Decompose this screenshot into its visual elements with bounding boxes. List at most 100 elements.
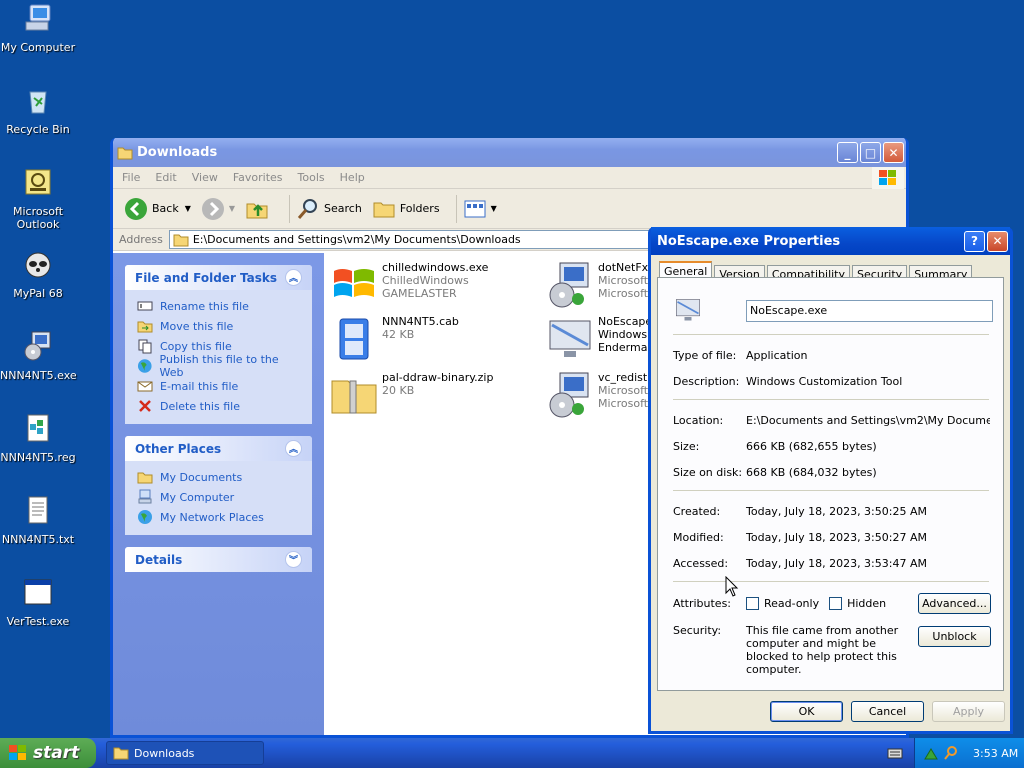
folders-label: Folders xyxy=(399,202,440,215)
menu-help[interactable]: Help xyxy=(340,171,365,184)
views-button[interactable]: ▼ xyxy=(463,197,497,221)
other-places-header[interactable]: Other Places ︽ xyxy=(125,436,312,461)
type-label: Type of file: xyxy=(673,349,737,362)
accessed-value: Today, July 18, 2023, 3:53:47 AM xyxy=(746,557,927,570)
my-documents-icon xyxy=(137,472,153,484)
back-button[interactable]: Back ▼ xyxy=(124,197,191,221)
views-icon xyxy=(464,200,486,217)
desktop-icon-label: MyPal 68 xyxy=(13,287,63,300)
task-publish[interactable]: Publish this file to the Web xyxy=(137,353,302,379)
modified-label: Modified: xyxy=(673,531,724,544)
divider xyxy=(673,581,989,582)
task-email[interactable]: E-mail this file xyxy=(137,376,302,396)
properties-title-bar[interactable]: NoEscape.exe Properties ? ✕ xyxy=(651,227,1010,255)
file-item-selected[interactable]: NoEscape Windows C Enderman xyxy=(546,315,658,363)
divider xyxy=(673,399,989,400)
desktop-icon-mypal[interactable]: MyPal 68 xyxy=(0,248,76,300)
minimize-button[interactable]: _ xyxy=(837,142,858,163)
start-button[interactable]: start xyxy=(0,738,96,768)
desktop-icon-label: NNN4NT5.reg xyxy=(0,451,76,464)
menu-favorites[interactable]: Favorites xyxy=(233,171,283,184)
menu-edit[interactable]: Edit xyxy=(155,171,176,184)
file-item[interactable]: pal-ddraw-binary.zip 20 KB xyxy=(330,371,493,419)
task-move[interactable]: Move this file xyxy=(137,316,302,336)
address-label: Address xyxy=(119,233,163,246)
delete-x-icon xyxy=(139,400,151,412)
help-button[interactable]: ? xyxy=(964,230,985,252)
hidden-checkbox[interactable]: Hidden xyxy=(829,597,886,610)
outlook-icon xyxy=(25,169,51,195)
chevron-down-icon[interactable]: ▼ xyxy=(229,204,235,213)
unblock-button[interactable]: Unblock xyxy=(918,626,991,647)
copy-icon xyxy=(138,339,152,354)
mypal-raccoon-icon xyxy=(25,252,51,278)
close-button[interactable]: ✕ xyxy=(883,142,904,163)
task-rename[interactable]: Rename this file xyxy=(137,296,302,316)
collapse-icon[interactable]: ︽ xyxy=(285,269,302,286)
menu-file[interactable]: File xyxy=(122,171,140,184)
chevron-down-icon[interactable]: ▼ xyxy=(185,204,191,213)
file-folder-tasks-header[interactable]: File and Folder Tasks ︽ xyxy=(125,265,312,290)
place-my-computer[interactable]: My Computer xyxy=(137,487,302,507)
divider xyxy=(673,334,989,335)
file-item[interactable]: vc_redist. Microsoft Microsoft xyxy=(546,371,651,419)
search-icon xyxy=(297,198,318,219)
maximize-button[interactable]: □ xyxy=(860,142,881,163)
desktop-icon-nnn4nt5-reg[interactable]: NNN4NT5.reg xyxy=(0,412,76,464)
text-file-icon xyxy=(28,496,48,524)
filename-input[interactable]: NoEscape.exe xyxy=(746,300,993,322)
advanced-button[interactable]: Advanced... xyxy=(918,593,991,614)
cabinet-file-icon xyxy=(339,318,369,360)
expand-icon[interactable]: ︾ xyxy=(285,551,302,568)
details-header[interactable]: Details ︾ xyxy=(125,547,312,572)
close-button[interactable]: ✕ xyxy=(987,230,1008,252)
up-folder-icon xyxy=(246,203,268,218)
modified-value: Today, July 18, 2023, 3:50:27 AM xyxy=(746,531,927,544)
search-icon[interactable] xyxy=(943,745,959,761)
desktop-icon-label: NNN4NT5.txt xyxy=(1,533,75,546)
taskbar-item-downloads[interactable]: Downloads xyxy=(106,741,264,765)
readonly-checkbox[interactable]: Read-only xyxy=(746,597,819,610)
keyboard-icon[interactable] xyxy=(887,746,903,760)
menu-tools[interactable]: Tools xyxy=(298,171,325,184)
checkbox-box[interactable] xyxy=(829,597,843,610)
collapse-icon[interactable]: ︽ xyxy=(285,440,302,457)
place-my-documents[interactable]: My Documents xyxy=(137,467,302,487)
desktop-icon-nnn4nt5-exe[interactable]: NNN4NT5.exe xyxy=(0,330,77,382)
folder-icon xyxy=(117,147,133,159)
forward-button[interactable]: ▼ xyxy=(201,197,235,221)
rename-icon xyxy=(137,301,153,311)
folders-button[interactable]: Folders xyxy=(372,197,440,221)
folders-icon xyxy=(373,202,395,217)
file-item[interactable]: chilledwindows.exe ChilledWindows GAMELAST… xyxy=(330,261,488,309)
desktop-icon-nnn4nt5-txt[interactable]: NNN4NT5.txt xyxy=(0,494,76,546)
toolbar: Back ▼ ▼ Search Folders ▼ xyxy=(113,189,906,229)
desktop-icon-my-computer[interactable]: My Computer xyxy=(0,2,76,54)
application-monitor-icon xyxy=(549,320,591,357)
clock[interactable]: 3:53 AM xyxy=(973,747,1018,760)
checkbox-box[interactable] xyxy=(746,597,759,610)
place-my-network[interactable]: My Network Places xyxy=(137,507,302,527)
chevron-down-icon[interactable]: ▼ xyxy=(491,204,497,213)
file-item[interactable]: dotNetFx4 Microsoft Microsoft xyxy=(546,261,655,309)
file-item[interactable]: NNN4NT5.cab 42 KB xyxy=(330,315,459,363)
explorer-title-bar[interactable]: Downloads _ □ ✕ xyxy=(113,138,906,167)
desktop-icon-label: Microsoft Outlook xyxy=(12,205,64,231)
network-icon[interactable] xyxy=(923,745,939,761)
system-tray: 3:53 AM xyxy=(914,738,1024,768)
menu-view[interactable]: View xyxy=(192,171,218,184)
email-icon xyxy=(137,381,153,392)
cancel-button[interactable]: Cancel xyxy=(851,701,924,722)
general-panel: NoEscape.exe Type of file: Application De… xyxy=(657,277,1004,691)
move-icon xyxy=(137,321,153,333)
desktop-icon-outlook[interactable]: Microsoft Outlook xyxy=(0,166,76,231)
ok-button[interactable]: OK xyxy=(770,701,843,722)
search-button[interactable]: Search xyxy=(296,197,362,221)
desktop-icon-label: My Computer xyxy=(0,41,76,54)
desktop-icon-recycle-bin[interactable]: Recycle Bin xyxy=(0,84,76,136)
apply-button[interactable]: Apply xyxy=(932,701,1005,722)
up-folder-button[interactable] xyxy=(245,197,273,221)
task-delete[interactable]: Delete this file xyxy=(137,396,302,416)
desktop-icon-vertest[interactable]: VerTest.exe xyxy=(0,576,76,628)
back-label: Back xyxy=(152,202,179,215)
